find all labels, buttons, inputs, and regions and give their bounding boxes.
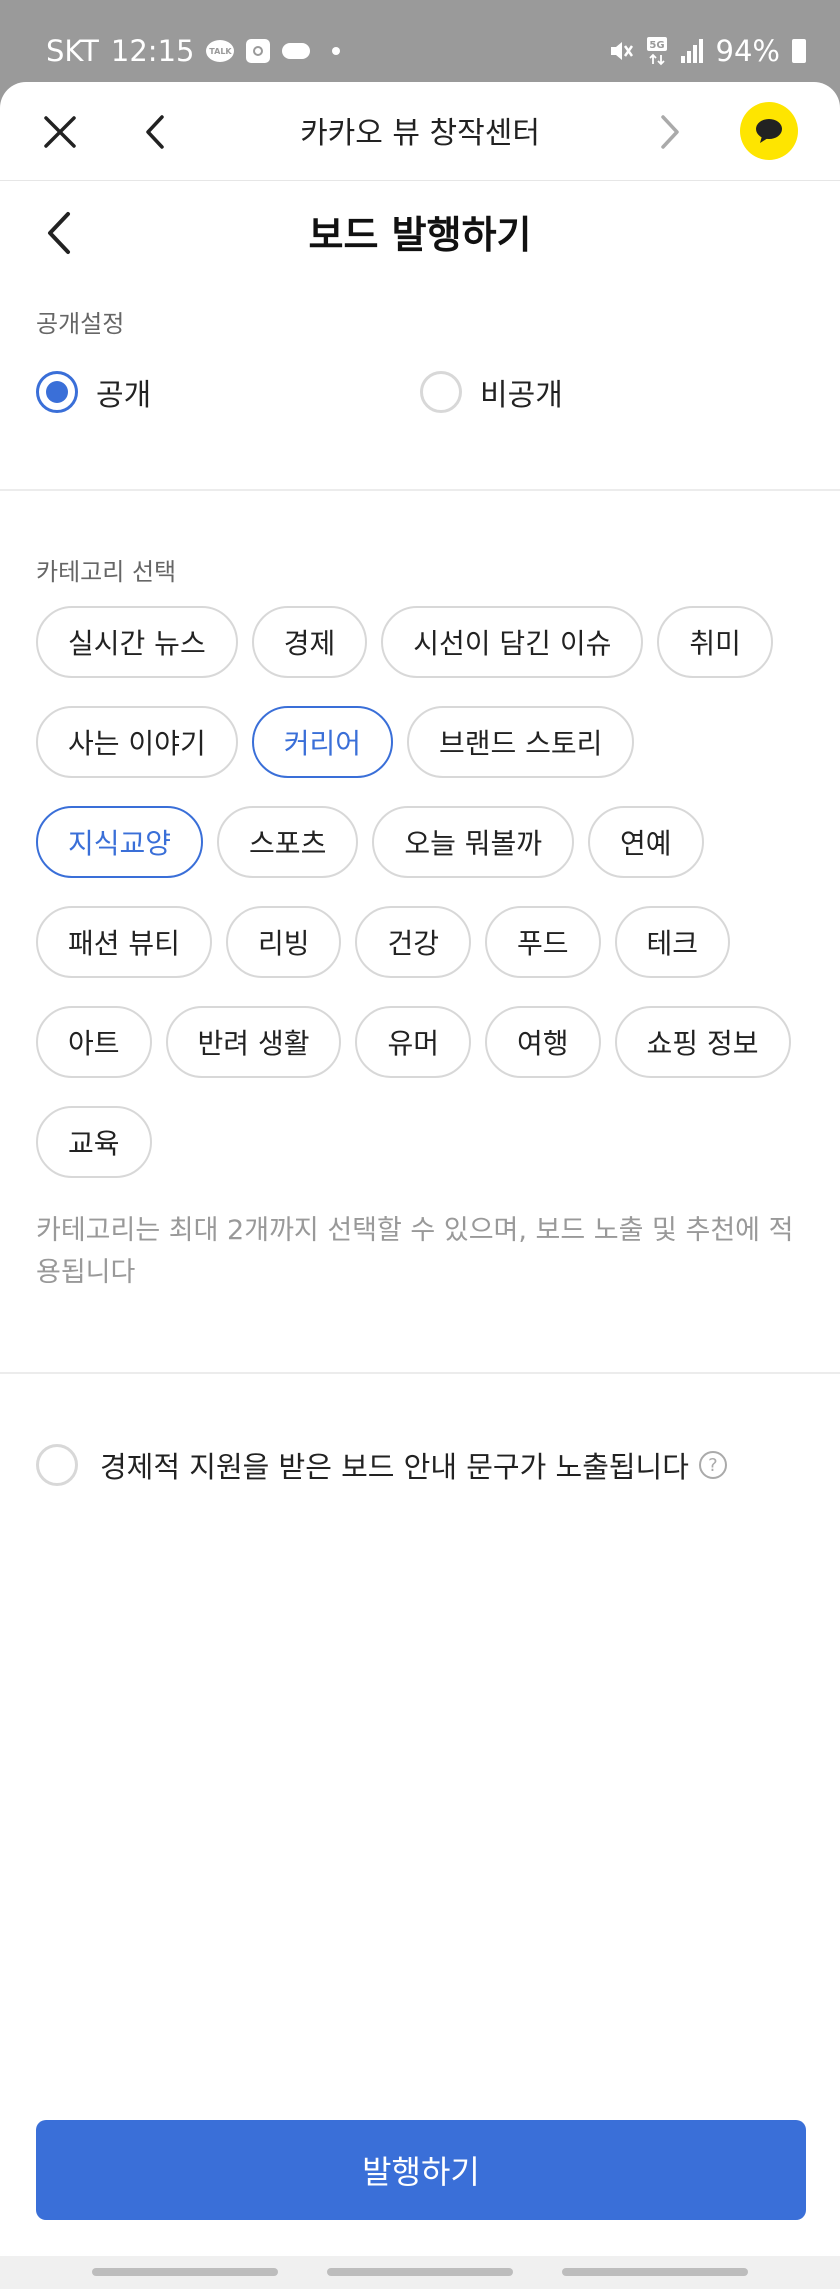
chip-realtime-news[interactable]: 실시간 뉴스: [36, 606, 238, 678]
status-left: SKT 12:15 TALK: [46, 34, 341, 68]
status-right: 5G 94%: [608, 34, 806, 68]
publish-button[interactable]: 발행하기: [36, 2120, 806, 2220]
battery-percent: 94%: [715, 34, 780, 68]
kakaotalk-share-button[interactable]: [740, 102, 798, 160]
mute-icon: [610, 42, 633, 60]
chip-row: 교육: [36, 1106, 816, 1178]
radio-private[interactable]: 비공개: [420, 370, 563, 414]
chip-what-to-watch[interactable]: 오늘 뭐볼까: [372, 806, 575, 878]
visibility-label: 공개설정: [36, 310, 125, 338]
webview-toolbar: 카카오 뷰 창작센터: [0, 82, 840, 181]
divider: [0, 1372, 840, 1374]
chip-row: 실시간 뉴스 경제 시선이 담긴 이슈 취미: [36, 606, 816, 678]
help-icon[interactable]: ?: [698, 1451, 727, 1479]
chat-bubble-icon: [756, 119, 782, 143]
svg-text:5G: 5G: [649, 40, 664, 51]
chip-economy[interactable]: 경제: [251, 606, 368, 678]
chip-row: 패션 뷰티 리빙 건강 푸드 테크: [36, 906, 816, 978]
chip-tech[interactable]: 테크: [614, 906, 731, 978]
camera-icon: [246, 39, 271, 63]
status-bar: SKT 12:15 TALK 5G 94%: [0, 0, 840, 82]
radio-public-label: 공개: [96, 378, 152, 413]
chip-career[interactable]: 커리어: [251, 706, 393, 778]
browser-forward-icon[interactable]: [655, 112, 685, 152]
chip-fashion-beauty[interactable]: 패션 뷰티: [36, 906, 212, 978]
category-help-text: 카테고리는 최대 2개까지 선택할 수 있으며, 보드 노출 및 추천에 적용됩…: [36, 1215, 794, 1288]
nav-back-handle[interactable]: [562, 2268, 748, 2276]
nav-home-handle[interactable]: [327, 2268, 513, 2276]
cloud-icon: [282, 43, 311, 59]
sponsor-label: 경제적 지원을 받은 보드 안내 문구가 노출됩니다: [100, 1450, 689, 1484]
chip-shopping[interactable]: 쇼핑 정보: [614, 1006, 791, 1078]
close-icon[interactable]: [40, 112, 80, 152]
carrier-label: SKT: [46, 34, 99, 68]
battery-icon: [792, 39, 806, 63]
chip-art[interactable]: 아트: [36, 1006, 152, 1078]
chip-travel[interactable]: 여행: [485, 1006, 601, 1078]
chip-living[interactable]: 리빙: [225, 906, 342, 978]
chip-hobby[interactable]: 취미: [657, 606, 773, 678]
5g-icon: 5G: [646, 37, 667, 66]
chip-row: 아트 반려 생활 유머 여행 쇼핑 정보: [36, 1006, 816, 1078]
chip-brand-story[interactable]: 브랜드 스토리: [406, 706, 635, 778]
page-title: 보드 발행하기: [308, 213, 532, 257]
chip-life-stories[interactable]: 사는 이야기: [36, 706, 238, 778]
webview-title: 카카오 뷰 창작센터: [300, 116, 540, 151]
chip-knowledge[interactable]: 지식교양: [36, 806, 204, 878]
browser-back-icon[interactable]: [140, 112, 170, 152]
nav-recents-handle[interactable]: [92, 2268, 278, 2276]
radio-private-indicator[interactable]: [420, 371, 462, 413]
signal-icon: [680, 39, 703, 63]
dot-icon: [332, 47, 341, 55]
chip-education[interactable]: 교육: [36, 1106, 152, 1178]
chip-food[interactable]: 푸드: [485, 906, 601, 978]
chip-pets[interactable]: 반려 생활: [165, 1006, 342, 1078]
divider: [0, 489, 840, 491]
webview-sheet: 카카오 뷰 창작센터 보드 발행하기 공개설정 공개 비공개 카테고리 선택 실…: [0, 82, 840, 2289]
radio-private-label: 비공개: [480, 378, 563, 413]
chip-issues[interactable]: 시선이 담긴 이슈: [381, 606, 644, 678]
radio-public[interactable]: 공개: [36, 370, 151, 414]
chip-row: 지식교양 스포츠 오늘 뭐볼까 연예: [36, 806, 816, 878]
chip-sports[interactable]: 스포츠: [217, 806, 359, 878]
clock-label: 12:15: [110, 34, 195, 68]
chip-row: 사는 이야기 커리어 브랜드 스토리: [36, 706, 816, 778]
gesture-nav-bar: [0, 2256, 840, 2289]
sponsor-checkbox[interactable]: [36, 1444, 78, 1486]
category-label: 카테고리 선택: [36, 558, 177, 586]
chip-humor[interactable]: 유머: [355, 1006, 472, 1078]
radio-public-indicator[interactable]: [36, 371, 78, 413]
sponsor-disclosure-row[interactable]: 경제적 지원을 받은 보드 안내 문구가 노출됩니다 ?: [36, 1444, 727, 1486]
chip-entertainment[interactable]: 연예: [588, 806, 704, 878]
chip-health[interactable]: 건강: [355, 906, 472, 978]
page-header: 보드 발행하기: [0, 180, 840, 290]
kakaotalk-icon: TALK: [206, 40, 235, 62]
category-chip-list: 실시간 뉴스 경제 시선이 담긴 이슈 취미 사는 이야기 커리어 브랜드 스토…: [36, 606, 816, 1206]
